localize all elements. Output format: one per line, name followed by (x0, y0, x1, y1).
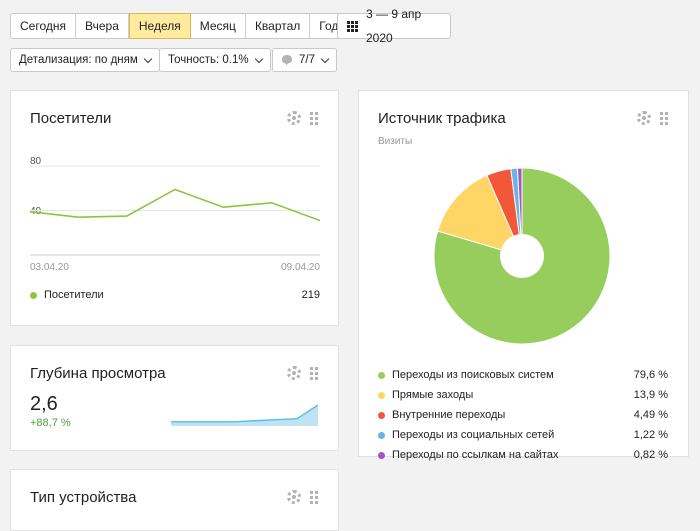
legend-value: 4,49 % (634, 409, 668, 421)
gear-icon[interactable] (287, 366, 301, 380)
device-title: Тип устройства (30, 489, 136, 506)
depth-area (171, 405, 318, 426)
legend-item[interactable]: Переходы из поисковых систем 79,6 % (378, 365, 668, 385)
date-range-button[interactable]: 3 — 9 апр 2020 (337, 13, 451, 39)
visitors-line-chart (30, 151, 320, 261)
legend-item[interactable]: Переходы из социальных сетей 1,22 % (378, 425, 668, 445)
gear-icon[interactable] (637, 111, 651, 125)
segments-dropdown[interactable]: 7/7 (272, 48, 337, 72)
period-yesterday-button[interactable]: Вчера (76, 14, 129, 38)
legend-item[interactable]: Внутренние переходы 4,49 % (378, 405, 668, 425)
detail-dropdown[interactable]: Детализация: по дням (10, 48, 160, 72)
legend-label: Прямые заходы (392, 389, 634, 401)
legend-value: 219 (302, 289, 320, 301)
traffic-card: Источник трафика Визиты Переходы из поис… (358, 90, 689, 457)
legend-value: 13,9 % (634, 389, 668, 401)
pie-hole (500, 234, 544, 278)
gear-icon[interactable] (287, 111, 301, 125)
calendar-icon (347, 21, 358, 32)
legend-dot (30, 292, 37, 299)
date-range-label: 3 — 9 апр 2020 (366, 2, 450, 50)
period-week-button[interactable]: Неделя (129, 13, 191, 39)
legend-dot (378, 432, 385, 439)
x-label-end: 09.04.20 (281, 262, 320, 273)
drag-handle-icon[interactable] (660, 112, 668, 125)
period-selector: Сегодня Вчера Неделя Месяц Квартал Год (10, 13, 348, 39)
traffic-title: Источник трафика (378, 110, 506, 127)
depth-sparkline (171, 403, 318, 426)
accuracy-dropdown[interactable]: Точность: 0.1% (159, 48, 271, 72)
depth-line (171, 405, 318, 422)
visitors-legend: Посетители 219 (30, 289, 320, 301)
legend-item[interactable]: Прямые заходы 13,9 % (378, 385, 668, 405)
legend-label: Переходы из поисковых систем (392, 369, 634, 381)
legend-item[interactable]: Переходы по ссылкам на сайтах 0,82 % (378, 445, 668, 465)
legend-label: Переходы из социальных сетей (392, 429, 634, 441)
visitors-title: Посетители (30, 110, 111, 127)
legend-value: 1,22 % (634, 429, 668, 441)
period-month-button[interactable]: Месяц (191, 14, 246, 38)
visitors-series-line (30, 189, 320, 220)
drag-handle-icon[interactable] (310, 112, 318, 125)
legend-dot (378, 372, 385, 379)
period-today-button[interactable]: Сегодня (11, 14, 76, 38)
x-label-start: 03.04.20 (30, 262, 69, 273)
drag-handle-icon[interactable] (310, 491, 318, 504)
drag-handle-icon[interactable] (310, 367, 318, 380)
depth-card: Глубина просмотра 2,6 +88,7 % (10, 345, 339, 451)
gear-icon[interactable] (287, 490, 301, 504)
chevron-down-icon (254, 54, 262, 62)
legend-label: Посетители (44, 289, 302, 301)
legend-value: 79,6 % (634, 369, 668, 381)
segments-label: 7/7 (299, 49, 315, 71)
legend-dot (378, 392, 385, 399)
depth-title: Глубина просмотра (30, 365, 166, 382)
traffic-legend: Переходы из поисковых систем 79,6 % Прям… (378, 365, 668, 465)
period-quarter-button[interactable]: Квартал (246, 14, 310, 38)
detail-label: Детализация: по дням (19, 49, 138, 71)
depth-value: 2,6 (30, 393, 58, 416)
device-card: Тип устройства (10, 469, 339, 531)
legend-value: 0,82 % (634, 449, 668, 461)
legend-label: Переходы по ссылкам на сайтах (392, 449, 634, 461)
traffic-pie-chart (432, 166, 612, 346)
accuracy-label: Точность: 0.1% (168, 49, 249, 71)
chevron-down-icon (321, 54, 329, 62)
legend-label: Внутренние переходы (392, 409, 634, 421)
chevron-down-icon (144, 54, 152, 62)
legend-dot (378, 412, 385, 419)
traffic-subtitle: Визиты (378, 136, 412, 147)
segment-icon (281, 54, 293, 66)
legend-dot (378, 452, 385, 459)
visitors-card: Посетители 80 40 03.04.20 09.04.20 Посет… (10, 90, 339, 326)
depth-change: +88,7 % (30, 417, 71, 429)
